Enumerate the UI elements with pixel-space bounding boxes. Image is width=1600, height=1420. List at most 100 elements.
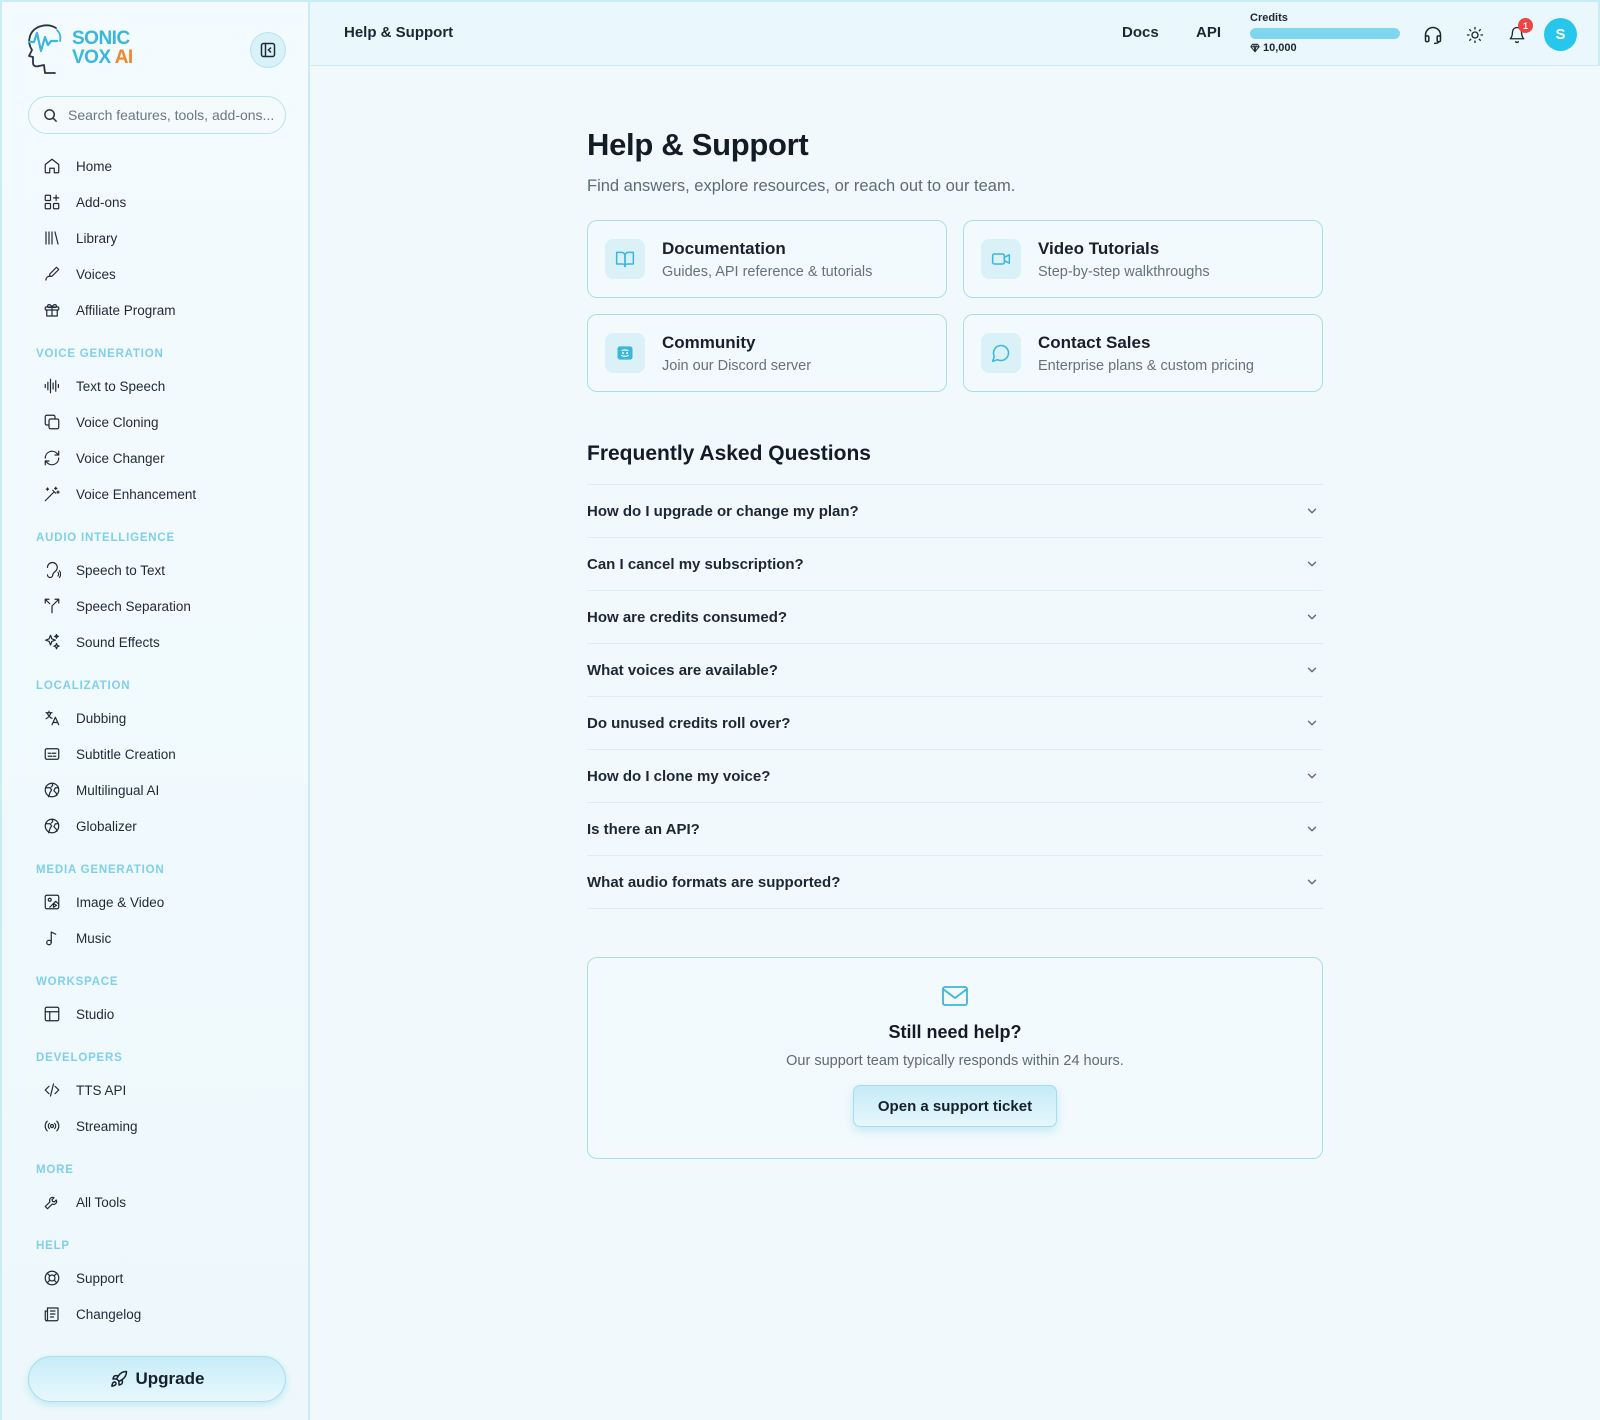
avatar[interactable]: S [1544, 18, 1577, 51]
sidebar-item-dubbing[interactable]: Dubbing [28, 700, 286, 736]
logo-ai: AI [114, 47, 134, 68]
sidebar-item-label: Changelog [76, 1306, 142, 1322]
globe-icon [44, 782, 60, 798]
faq-question: What audio formats are supported? [587, 873, 841, 891]
sidebar-item-affiliate-program[interactable]: Affiliate Program [28, 292, 286, 328]
sidebar-item-label: TTS API [76, 1082, 127, 1098]
credits-widget: Credits 10,000 [1250, 12, 1400, 54]
faq-item[interactable]: How are credits consumed? [587, 591, 1323, 644]
faq-item[interactable]: What audio formats are supported? [587, 856, 1323, 909]
chevron-down-icon [1307, 720, 1317, 726]
gem-icon [1250, 43, 1260, 53]
search-icon [44, 108, 58, 122]
sidebar-section-heading: LOCALIZATION [36, 680, 131, 692]
sidebar-item-voice-enhancement[interactable]: Voice Enhancement [28, 476, 286, 512]
sidebar-item-studio[interactable]: Studio [28, 996, 286, 1032]
community-card[interactable]: Community Join our Discord server [587, 314, 947, 392]
translate-icon [45, 710, 60, 726]
faq-item[interactable]: Can I cancel my subscription? [587, 538, 1323, 591]
wrench-icon [44, 1196, 58, 1210]
search-input[interactable] [68, 107, 278, 123]
top-header: Help & Support Docs API Credits 10,000 1… [310, 0, 1600, 66]
notification-badge: 1 [1518, 18, 1533, 33]
sidebar-item-sound-effects[interactable]: Sound Effects [28, 624, 286, 660]
waveform-icon [44, 378, 59, 394]
sun-icon [1466, 26, 1484, 44]
book-icon [615, 251, 635, 268]
sidebar-item-image-video[interactable]: Image & Video [28, 884, 286, 920]
sidebar-item-music[interactable]: Music [28, 920, 286, 956]
upgrade-button[interactable]: Upgrade [28, 1356, 286, 1402]
faq-question: What voices are available? [587, 661, 778, 679]
video-icon [991, 253, 1011, 265]
sidebar-item-text-to-speech[interactable]: Text to Speech [28, 368, 286, 404]
sidebar-item-label: Music [76, 930, 112, 946]
faq-question: Can I cancel my subscription? [587, 555, 804, 573]
magic-wand-icon [44, 486, 60, 502]
help-description: Our support team typically responds with… [786, 1053, 1124, 1069]
sidebar-item-label: All Tools [76, 1194, 127, 1210]
sidebar: SONIC VOX AI Home Add-ons Library Voices Aff… [0, 0, 310, 1420]
contact-sales-card[interactable]: Contact Sales Enterprise plans & custom p… [963, 314, 1323, 392]
sidebar-item-speech-to-text[interactable]: Speech to Text [28, 552, 286, 588]
api-link[interactable]: API [1196, 24, 1221, 41]
chevron-down-icon [1307, 667, 1317, 673]
documentation-card[interactable]: Documentation Guides, API reference & tut… [587, 220, 947, 298]
open-support-ticket-button[interactable]: Open a support ticket [853, 1085, 1057, 1127]
sidebar-item-label: Voice Enhancement [76, 486, 197, 502]
collapse-sidebar-button[interactable] [250, 32, 286, 68]
faq-question: Is there an API? [587, 820, 700, 838]
sidebar-item-label: Image & Video [76, 894, 165, 910]
sidebar-item-tts-api[interactable]: TTS API [28, 1072, 286, 1108]
sidebar-item-voices[interactable]: Voices [28, 256, 286, 292]
sidebar-item-speech-separation[interactable]: Speech Separation [28, 588, 286, 624]
image-video-icon [44, 894, 60, 910]
logo-text: SONIC VOX AI [72, 29, 133, 67]
sidebar-item-multilingual-ai[interactable]: Multilingual AI [28, 772, 286, 808]
addons-icon [44, 194, 60, 210]
discord-icon [617, 346, 633, 360]
sidebar-item-voice-changer[interactable]: Voice Changer [28, 440, 286, 476]
sidebar-item-label: Affiliate Program [76, 302, 176, 318]
sidebar-section-heading: AUDIO INTELLIGENCE [36, 532, 175, 544]
ear-icon [46, 561, 61, 579]
sidebar-item-voice-cloning[interactable]: Voice Cloning [28, 404, 286, 440]
sidebar-item-label: Dubbing [76, 710, 127, 726]
chevron-down-icon [1307, 826, 1317, 832]
sidebar-item-add-ons[interactable]: Add-ons [28, 184, 286, 220]
help-title: Still need help? [888, 1022, 1022, 1042]
notifications-button[interactable]: 1 [1504, 18, 1533, 48]
sidebar-item-library[interactable]: Library [28, 220, 286, 256]
sidebar-item-changelog[interactable]: Changelog [28, 1296, 286, 1332]
docs-link[interactable]: Docs [1122, 24, 1159, 41]
main-content: Help & Support Find answers, explore res… [587, 66, 1323, 1159]
faq-item[interactable]: How do I upgrade or change my plan? [587, 485, 1323, 538]
faq-item[interactable]: Is there an API? [587, 803, 1323, 856]
search-box[interactable] [28, 96, 286, 134]
sidebar-item-streaming[interactable]: Streaming [28, 1108, 286, 1144]
faq-item[interactable]: How do I clone my voice? [587, 750, 1323, 803]
sidebar-item-home[interactable]: Home [28, 148, 286, 184]
broadcast-icon [44, 1120, 60, 1132]
sidebar-item-subtitle-creation[interactable]: Subtitle Creation [28, 736, 286, 772]
card-title: Documentation [662, 238, 786, 258]
sidebar-item-all-tools[interactable]: All Tools [28, 1184, 286, 1220]
sidebar-item-label: Sound Effects [76, 634, 160, 650]
video-tutorials-card[interactable]: Video Tutorials Step-by-step walkthroughs [963, 220, 1323, 298]
credits-progress-bar [1250, 28, 1400, 39]
logo[interactable]: SONIC VOX AI [26, 22, 133, 74]
sidebar-item-label: Streaming [76, 1118, 138, 1134]
sidebar-item-support[interactable]: Support [28, 1260, 286, 1296]
chat-icon [991, 344, 1010, 363]
sidebar-section-heading: DEVELOPERS [36, 1052, 123, 1064]
support-headset-button[interactable] [1420, 22, 1446, 48]
faq-item[interactable]: What voices are available? [587, 644, 1323, 697]
newspaper-icon [44, 1307, 59, 1322]
header-title: Help & Support [344, 24, 454, 41]
theme-toggle-button[interactable] [1462, 22, 1488, 48]
faq-item[interactable]: Do unused credits roll over? [587, 697, 1323, 750]
sidebar-item-globalizer[interactable]: Globalizer [28, 808, 286, 844]
card-desc: Join our Discord server [662, 357, 812, 374]
split-icon [44, 598, 60, 614]
card-desc: Step-by-step walkthroughs [1038, 263, 1210, 280]
